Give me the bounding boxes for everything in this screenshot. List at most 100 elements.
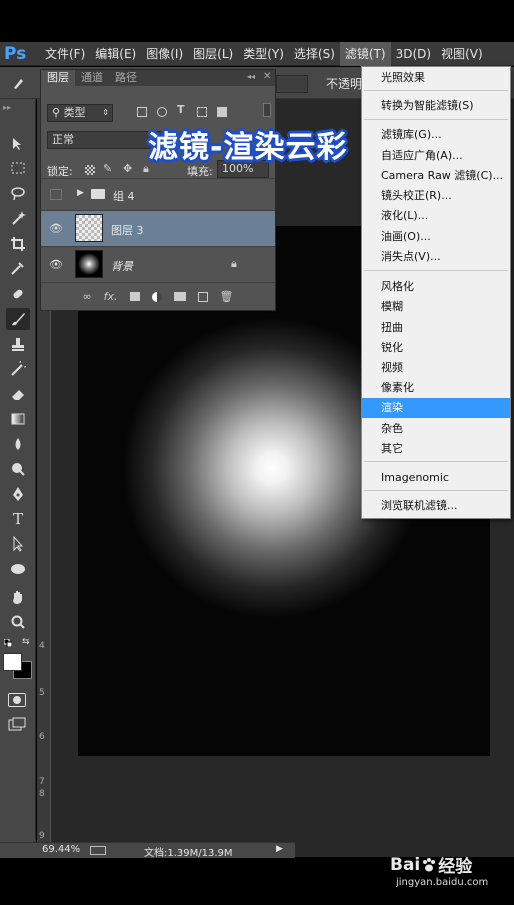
lock-position-icon[interactable]: ✥ xyxy=(123,162,132,175)
menu-item-blur[interactable]: 模糊 xyxy=(362,297,510,317)
menu-3d[interactable]: 3D(D) xyxy=(391,42,436,66)
tutorial-caption: 滤镜-渲染云彩 xyxy=(148,130,348,165)
menu-type[interactable]: 类型(Y) xyxy=(238,42,289,66)
filter-shape-icon[interactable] xyxy=(197,107,207,117)
hand-icon[interactable] xyxy=(6,586,30,608)
brush-preset-icon[interactable] xyxy=(6,73,32,93)
crop-icon[interactable] xyxy=(6,233,30,255)
ruler-number: 4 xyxy=(39,641,45,651)
menu-layer[interactable]: 图层(L) xyxy=(188,42,238,66)
screen-mode-icon[interactable] xyxy=(8,717,26,731)
fx-icon[interactable]: fx. xyxy=(104,290,118,303)
baidu-watermark: Bai 经验 jingyan.baidu.com xyxy=(390,852,488,889)
menu-item-liquify[interactable]: 液化(L)... xyxy=(362,206,510,226)
eyedropper-icon[interactable] xyxy=(6,257,30,279)
status-menu-arrow-icon[interactable]: ▶ xyxy=(276,844,283,854)
menu-item-video[interactable]: 视频 xyxy=(362,358,510,378)
foreground-color-swatch[interactable] xyxy=(3,653,22,671)
new-group-icon[interactable] xyxy=(173,292,186,301)
menu-image[interactable]: 图像(I) xyxy=(141,42,188,66)
menu-item-distort[interactable]: 扭曲 xyxy=(362,318,510,338)
expand-arrow-icon[interactable]: ▶ xyxy=(77,188,84,198)
layer-name[interactable]: 组 4 xyxy=(113,188,135,204)
tab-layers[interactable]: 图层 xyxy=(41,70,75,86)
pen-icon[interactable] xyxy=(6,483,30,505)
menu-item-filter-gallery[interactable]: 滤镜库(G)... xyxy=(362,125,510,145)
layer-filter-dropdown[interactable]: ⚲ 类型 ⇕ xyxy=(47,104,113,122)
lock-icon: 🔒︎ xyxy=(231,257,237,270)
lock-transparency-icon[interactable] xyxy=(85,165,95,175)
menu-select[interactable]: 选择(S) xyxy=(289,42,340,66)
type-icon[interactable]: T xyxy=(6,508,30,530)
tools-panel: ▸▸ T ⇆ xyxy=(0,99,36,857)
path-select-icon[interactable] xyxy=(6,533,30,555)
layer-name[interactable]: 图层 3 xyxy=(111,222,144,238)
eye-icon[interactable]: 👁︎ xyxy=(49,222,63,235)
menu-file[interactable]: 文件(F) xyxy=(40,42,90,66)
magic-wand-icon[interactable] xyxy=(6,207,30,229)
filter-pixel-icon[interactable] xyxy=(137,107,147,117)
ellipse-icon[interactable] xyxy=(6,558,30,580)
link-layers-icon[interactable]: ∞ xyxy=(82,290,91,303)
menu-item-camera-raw[interactable]: Camera Raw 滤镜(C)... xyxy=(362,166,510,186)
menu-item-smart-filter[interactable]: 转换为智能滤镜(S) xyxy=(362,96,510,116)
visibility-toggle[interactable] xyxy=(50,189,62,200)
history-brush-icon[interactable] xyxy=(6,358,30,380)
collapse-icon[interactable]: ▸▸ xyxy=(3,103,11,112)
menu-item-noise[interactable]: 杂色 xyxy=(362,419,510,439)
move-icon[interactable] xyxy=(6,133,30,155)
new-layer-icon[interactable] xyxy=(197,291,208,302)
menu-item-browse-filters-online[interactable]: 浏览联机滤镜... xyxy=(362,496,510,516)
swap-colors-icon[interactable]: ⇆ xyxy=(22,637,30,647)
eraser-icon[interactable] xyxy=(6,383,30,405)
menu-item-render[interactable]: 渲染 xyxy=(362,398,510,418)
panel-close-icon[interactable]: ✕ xyxy=(263,71,271,82)
menu-item-oil-paint[interactable]: 油画(O)... xyxy=(362,227,510,247)
filter-adjustment-icon[interactable] xyxy=(157,107,167,117)
paw-logo-icon xyxy=(421,857,437,873)
menu-item-pixelate[interactable]: 像素化 xyxy=(362,378,510,398)
menu-separator xyxy=(364,270,508,271)
menu-item-imagenomic[interactable]: Imagenomic xyxy=(362,468,510,488)
menu-item-lighting-effects[interactable]: 光照效果 xyxy=(362,68,510,88)
mode-dropdown[interactable] xyxy=(276,75,308,93)
layer-name[interactable]: 背景 xyxy=(111,258,133,274)
dodge-icon[interactable] xyxy=(6,458,30,480)
trash-icon[interactable]: 🗑︎ xyxy=(220,290,234,303)
menu-edit[interactable]: 编辑(E) xyxy=(90,42,141,66)
filter-type-icon[interactable]: T xyxy=(177,103,185,116)
stamp-icon[interactable] xyxy=(6,333,30,355)
lock-pixels-icon[interactable]: ✎ xyxy=(103,162,112,175)
menu-item-lens-correction[interactable]: 镜头校正(R)... xyxy=(362,186,510,206)
brush-icon[interactable] xyxy=(6,308,30,330)
marquee-icon[interactable] xyxy=(6,157,30,179)
menu-item-adaptive-wide-angle[interactable]: 自适应广角(A)... xyxy=(362,146,510,166)
menu-item-stylize[interactable]: 风格化 xyxy=(362,277,510,297)
zoom-icon[interactable] xyxy=(6,611,30,633)
layer-row-background[interactable]: 👁︎ 背景 🔒︎ xyxy=(41,246,275,282)
menu-separator xyxy=(364,119,508,120)
default-colors-icon[interactable] xyxy=(3,637,13,648)
eye-icon[interactable]: 👁︎ xyxy=(49,258,63,271)
blur-icon[interactable] xyxy=(6,433,30,455)
gradient-icon[interactable] xyxy=(6,408,30,430)
layer-row-selected[interactable]: 👁︎ 图层 3 xyxy=(41,210,275,246)
layer-row-group[interactable]: ▶ 组 4 xyxy=(41,178,275,210)
watermark-brand: Bai xyxy=(390,854,421,875)
panel-collapse-icon[interactable]: ◂◂ xyxy=(247,72,255,81)
lasso-icon[interactable] xyxy=(6,183,30,205)
healing-icon[interactable] xyxy=(6,283,30,305)
quick-mask-icon[interactable] xyxy=(8,693,26,707)
tab-channels[interactable]: 通道 xyxy=(75,70,109,86)
menu-item-vanishing-point[interactable]: 消失点(V)... xyxy=(362,247,510,267)
filter-toggle[interactable] xyxy=(263,103,271,117)
menu-view[interactable]: 视图(V) xyxy=(436,42,488,66)
layer-mask-icon[interactable] xyxy=(129,292,140,301)
menu-filter[interactable]: 滤镜(T) xyxy=(339,41,391,66)
filter-smart-icon[interactable] xyxy=(217,107,227,117)
adjustment-layer-icon[interactable] xyxy=(151,291,162,302)
filter-menu: 光照效果 转换为智能滤镜(S) 滤镜库(G)... 自适应广角(A)... Ca… xyxy=(361,66,511,519)
menu-item-sharpen[interactable]: 锐化 xyxy=(362,338,510,358)
tab-paths[interactable]: 路径 xyxy=(109,70,143,86)
menu-item-other[interactable]: 其它 xyxy=(362,439,510,459)
